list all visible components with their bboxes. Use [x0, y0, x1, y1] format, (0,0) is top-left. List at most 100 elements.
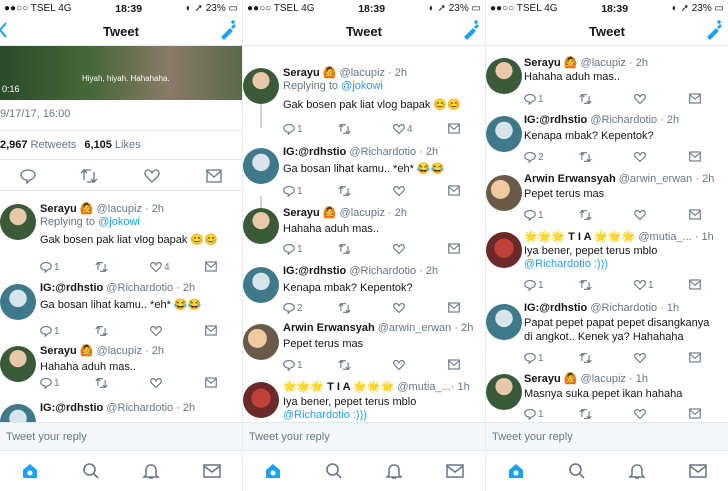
- search-icon[interactable]: [568, 462, 586, 480]
- mention-link[interactable]: @Richardotio :))): [283, 408, 367, 422]
- like-button[interactable]: 4: [393, 123, 413, 135]
- dm-button[interactable]: [689, 151, 701, 162]
- dm-button[interactable]: [689, 279, 701, 290]
- dm-button[interactable]: [205, 377, 217, 388]
- dm-button[interactable]: [689, 408, 701, 419]
- retweet-button[interactable]: [95, 261, 108, 273]
- replying-to-link[interactable]: @jokowi: [341, 80, 383, 92]
- search-icon[interactable]: [325, 462, 343, 480]
- reply-tweet[interactable]: Arwin Erwansyah @arwin_erwan · 2h Pepet …: [486, 173, 728, 229]
- search-icon[interactable]: [82, 462, 100, 480]
- dm-button[interactable]: [448, 359, 460, 370]
- like-button[interactable]: [634, 93, 646, 105]
- retweet-button[interactable]: [579, 151, 592, 163]
- notifications-icon[interactable]: [628, 462, 647, 480]
- reply-tweet[interactable]: IG:@rdhstio @Richardotio · 2h Ga bosan l…: [0, 282, 242, 338]
- likes-label[interactable]: Likes: [115, 139, 141, 151]
- avatar[interactable]: [0, 346, 36, 382]
- avatar[interactable]: [0, 284, 36, 320]
- retweet-button[interactable]: [579, 93, 592, 105]
- reply-tweet[interactable]: Serayu 🙆 @lacupiz · 2h Replying to @joko…: [243, 66, 485, 140]
- avatar[interactable]: [486, 175, 522, 211]
- retweet-button[interactable]: [338, 185, 351, 197]
- retweet-button[interactable]: [95, 377, 108, 389]
- like-button[interactable]: [150, 325, 162, 337]
- reply-button[interactable]: 1: [524, 209, 544, 221]
- like-button[interactable]: [634, 352, 646, 364]
- like-button[interactable]: [150, 377, 162, 389]
- retweet-button[interactable]: [579, 352, 592, 364]
- avatar[interactable]: [0, 204, 36, 240]
- like-button[interactable]: [393, 302, 405, 314]
- dm-button[interactable]: [689, 93, 701, 104]
- reply-button[interactable]: 1: [283, 123, 303, 135]
- avatar[interactable]: [486, 116, 522, 152]
- messages-icon[interactable]: [203, 463, 221, 479]
- like-button[interactable]: [634, 408, 646, 420]
- retweet-button[interactable]: [338, 302, 351, 314]
- avatar[interactable]: [0, 404, 36, 422]
- reply-button[interactable]: 2: [524, 151, 544, 163]
- notifications-icon[interactable]: [142, 462, 161, 480]
- reply-button[interactable]: 1: [40, 377, 60, 389]
- reply-tweet[interactable]: IG:@rdhstio @Richardotio · 2h Kenapa mba…: [486, 114, 728, 170]
- reply-button[interactable]: 1: [283, 243, 303, 255]
- replying-to-link[interactable]: @jokowi: [98, 216, 140, 228]
- reply-tweet[interactable]: Serayu 🙆 @lacupiz · 2h Hahaha aduh mas..…: [0, 344, 242, 400]
- dm-button[interactable]: [689, 352, 701, 363]
- avatar[interactable]: [243, 382, 279, 418]
- compose-icon[interactable]: [704, 19, 724, 41]
- retweet-button[interactable]: [579, 279, 592, 291]
- reply-tweet[interactable]: Serayu 🙆 @lacupiz · 2h Hahaha aduh mas..…: [486, 56, 728, 112]
- reply-input[interactable]: Tweet your reply: [486, 422, 728, 451]
- reply-button[interactable]: 1: [524, 408, 544, 420]
- reply-tweet[interactable]: Serayu 🙆 @lacupiz · 2h Hahaha aduh mas..…: [243, 206, 485, 262]
- home-icon[interactable]: [21, 462, 39, 480]
- avatar[interactable]: [486, 374, 522, 410]
- reply-tweet[interactable]: IG:@rdhstio @Richardotio · 2h: [0, 402, 242, 422]
- reply-button[interactable]: 1: [524, 93, 544, 105]
- home-icon[interactable]: [507, 462, 525, 480]
- like-button[interactable]: 1: [634, 279, 654, 291]
- retweet-icon[interactable]: [80, 168, 98, 184]
- reply-button[interactable]: 1: [40, 261, 60, 273]
- messages-icon[interactable]: [446, 463, 464, 479]
- reply-tweet[interactable]: Arwin Erwansyah @arwin_erwan · 2h Pepet …: [243, 322, 485, 378]
- reply-input[interactable]: Tweet your reply: [243, 422, 485, 451]
- retweet-button[interactable]: [579, 209, 592, 221]
- like-button[interactable]: 4: [150, 261, 170, 273]
- dm-button[interactable]: [448, 123, 460, 134]
- retweet-button[interactable]: [338, 123, 351, 135]
- reply-tweet[interactable]: IG:@rdhstio @Richardotio · 2h Kenapa mba…: [243, 265, 485, 321]
- avatar[interactable]: [243, 267, 279, 303]
- compose-icon[interactable]: [461, 19, 481, 41]
- reply-input[interactable]: Tweet your reply: [0, 422, 242, 451]
- reply-button[interactable]: 1: [524, 352, 544, 364]
- like-icon[interactable]: [144, 168, 160, 184]
- mention-link[interactable]: @Richardotio :))): [524, 257, 608, 272]
- reply-icon[interactable]: [20, 168, 36, 184]
- dm-button[interactable]: [205, 325, 217, 336]
- like-button[interactable]: [393, 243, 405, 255]
- dm-button[interactable]: [205, 261, 217, 272]
- like-button[interactable]: [634, 209, 646, 221]
- reply-tweet[interactable]: IG:@rdhstio @Richardotio · 2h Ga bosan l…: [243, 146, 485, 202]
- dm-button[interactable]: [448, 243, 460, 254]
- avatar[interactable]: [486, 232, 522, 268]
- avatar[interactable]: [486, 304, 522, 340]
- reply-button[interactable]: 2: [283, 302, 303, 314]
- reply-tweet[interactable]: 🌟🌟🌟 T I A 🌟🌟🌟 @mutia_... · 1h Iya bener,…: [486, 230, 728, 298]
- retweet-button[interactable]: [95, 325, 108, 337]
- avatar[interactable]: [243, 208, 279, 244]
- retweets-label[interactable]: Retweets: [31, 139, 77, 151]
- video-player[interactable]: Hiyah, hiyah. Hahahaha. 0:16: [0, 46, 242, 100]
- reply-button[interactable]: 1: [40, 325, 60, 337]
- avatar[interactable]: [243, 324, 279, 360]
- compose-icon[interactable]: [218, 19, 238, 41]
- home-icon[interactable]: [264, 462, 282, 480]
- dm-icon[interactable]: [206, 169, 222, 183]
- reply-button[interactable]: 1: [524, 279, 544, 291]
- reply-tweet[interactable]: IG:@rdhstio @Richardotio · 1h Papat pepe…: [486, 302, 728, 368]
- reply-button[interactable]: 1: [283, 185, 303, 197]
- retweet-button[interactable]: [338, 359, 351, 371]
